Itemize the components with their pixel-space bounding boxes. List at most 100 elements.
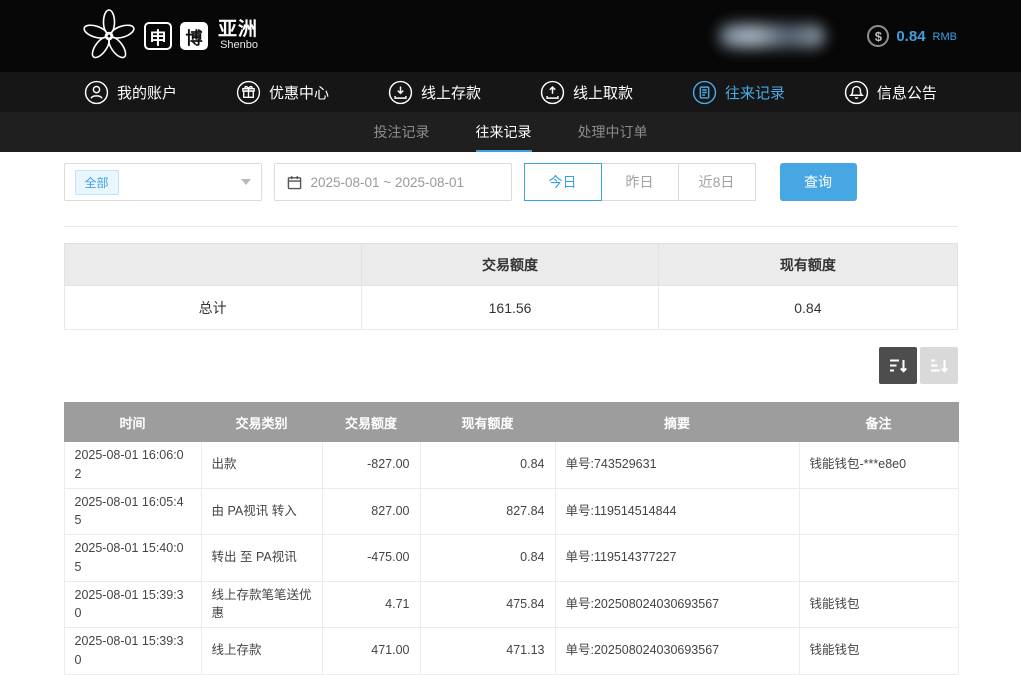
username-redacted (719, 24, 825, 48)
section-divider (64, 226, 958, 227)
tab-processing-orders[interactable]: 处理中订单 (578, 112, 648, 152)
cell-time: 2025-08-01 15:40:05 (64, 535, 201, 582)
cell-summary: 单号:119514377227 (555, 535, 799, 582)
cell-remark: 钱能钱包-***e8e0 (799, 442, 958, 489)
quick-date-buttons: 今日 昨日 近8日 (524, 163, 756, 201)
table-header-row: 时间 交易类别 交易额度 现有额度 摘要 备注 (64, 403, 958, 442)
summary-total-label: 总计 (64, 286, 361, 330)
user-icon (84, 80, 109, 105)
sort-controls (64, 347, 958, 384)
balance-amount: 0.84 (896, 28, 925, 45)
cell-time: 2025-08-01 16:05:45 (64, 488, 201, 535)
category-select[interactable]: 全部 (64, 163, 262, 201)
main-nav: 我的账户 优惠中心 线上存款 线上取款 (0, 72, 1021, 112)
cell-summary: 单号:743529631 (555, 442, 799, 489)
table-row: 2025-08-01 16:05:45 由 PA视讯 转入 827.00 827… (64, 488, 958, 535)
withdraw-icon (540, 80, 565, 105)
gift-icon (236, 80, 261, 105)
sort-descending-icon (888, 356, 908, 376)
cell-remark (799, 535, 958, 582)
nav-label: 线上存款 (421, 82, 481, 103)
cell-type: 由 PA视讯 转入 (201, 488, 322, 535)
nav-item-promotions[interactable]: 优惠中心 (236, 80, 329, 105)
logo-region-text: 亚洲 (218, 20, 258, 40)
summary-col-balance: 现有额度 (659, 244, 957, 286)
sort-ascending-button[interactable] (920, 347, 958, 384)
sort-ascending-icon (929, 356, 949, 376)
nav-label: 信息公告 (877, 82, 937, 103)
balance-display: $ 0.84 RMB (867, 25, 957, 47)
nav-item-withdraw[interactable]: 线上取款 (540, 80, 633, 105)
cell-type: 线上存款笔笔送优惠 (201, 581, 322, 628)
nav-item-deposit[interactable]: 线上存款 (388, 80, 481, 105)
cell-remark: 钱能钱包 (799, 628, 958, 675)
nav-item-announcements[interactable]: 信息公告 (844, 80, 937, 105)
cell-transaction-amount: 827.00 (322, 488, 420, 535)
cell-summary: 单号:202508024030693567 (555, 628, 799, 675)
site-logo[interactable]: 申 博 亚洲 Shenbo (82, 9, 258, 63)
cell-current-balance: 0.84 (420, 442, 555, 489)
summary-total-row: 总计 161.56 0.84 (64, 286, 957, 330)
balance-currency: RMB (933, 31, 957, 43)
tab-betting-records[interactable]: 投注记录 (374, 112, 430, 152)
logo-char-bo: 博 (180, 22, 208, 50)
table-row: 2025-08-01 15:39:30 线上存款笔笔送优惠 4.71 475.8… (64, 581, 958, 628)
summary-total-transaction: 161.56 (361, 286, 658, 330)
cell-transaction-amount: -827.00 (322, 442, 420, 489)
cell-current-balance: 475.84 (420, 581, 555, 628)
table-row: 2025-08-01 16:06:02 出款 -827.00 0.84 单号:7… (64, 442, 958, 489)
cell-transaction-amount: 4.71 (322, 581, 420, 628)
col-summary: 摘要 (555, 403, 799, 442)
last-8-days-button[interactable]: 近8日 (678, 163, 756, 201)
calendar-icon (287, 175, 302, 190)
date-range-input[interactable]: 2025-08-01 ~ 2025-08-01 (274, 163, 512, 201)
tab-transaction-records[interactable]: 往来记录 (476, 112, 532, 152)
cell-summary: 单号:119514514844 (555, 488, 799, 535)
cell-type: 线上存款 (201, 628, 322, 675)
yesterday-button[interactable]: 昨日 (601, 163, 679, 201)
cell-transaction-amount: 471.00 (322, 628, 420, 675)
nav-label: 线上取款 (573, 82, 633, 103)
category-selected-chip: 全部 (75, 170, 119, 195)
summary-table: 交易额度 现有额度 总计 161.56 0.84 (64, 243, 958, 330)
date-range-value: 2025-08-01 ~ 2025-08-01 (311, 175, 465, 190)
cell-current-balance: 471.13 (420, 628, 555, 675)
cell-type: 转出 至 PA视讯 (201, 535, 322, 582)
records-icon (692, 80, 717, 105)
logo-char-shen: 申 (144, 22, 172, 50)
sort-descending-button[interactable] (879, 347, 917, 384)
dollar-coin-icon: $ (867, 25, 889, 47)
cell-time: 2025-08-01 15:39:30 (64, 581, 201, 628)
cell-time: 2025-08-01 15:39:30 (64, 628, 201, 675)
cell-remark: 钱能钱包 (799, 581, 958, 628)
flower-logo-icon (82, 9, 136, 63)
query-button[interactable]: 查询 (780, 163, 857, 201)
cell-type: 出款 (201, 442, 322, 489)
table-row: 2025-08-01 15:40:05 转出 至 PA视讯 -475.00 0.… (64, 535, 958, 582)
today-button[interactable]: 今日 (524, 163, 602, 201)
chevron-down-icon (241, 179, 251, 185)
summary-header-row: 交易额度 现有额度 (64, 244, 957, 286)
logo-subtitle: Shenbo (220, 40, 258, 52)
col-current-balance: 现有额度 (420, 403, 555, 442)
nav-item-records[interactable]: 往来记录 (692, 80, 785, 105)
cell-remark (799, 488, 958, 535)
cell-summary: 单号:202508024030693567 (555, 581, 799, 628)
summary-col-blank (64, 244, 361, 286)
filter-row: 全部 2025-08-01 ~ 2025-08-01 今日 昨日 近8日 查询 (64, 163, 958, 201)
summary-total-balance: 0.84 (659, 286, 957, 330)
col-transaction-amount: 交易额度 (322, 403, 420, 442)
cell-transaction-amount: -475.00 (322, 535, 420, 582)
cell-time: 2025-08-01 16:06:02 (64, 442, 201, 489)
nav-item-my-account[interactable]: 我的账户 (84, 80, 177, 105)
top-header: 申 博 亚洲 Shenbo $ 0.84 RMB (0, 0, 1021, 72)
bell-icon (844, 80, 869, 105)
sub-tab-bar: 投注记录 往来记录 处理中订单 (0, 112, 1021, 152)
col-remark: 备注 (799, 403, 958, 442)
nav-label: 优惠中心 (269, 82, 329, 103)
col-time: 时间 (64, 403, 201, 442)
table-row: 2025-08-01 15:39:30 线上存款 471.00 471.13 单… (64, 628, 958, 675)
col-type: 交易类别 (201, 403, 322, 442)
cell-current-balance: 0.84 (420, 535, 555, 582)
content-area: 全部 2025-08-01 ~ 2025-08-01 今日 昨日 近8日 查询 … (64, 152, 958, 675)
